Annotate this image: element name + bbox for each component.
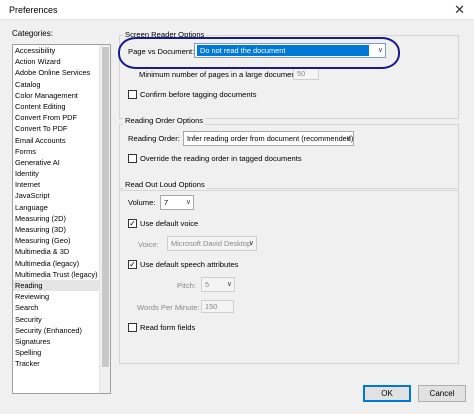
- pitch-label: Pitch:: [177, 281, 196, 290]
- category-item[interactable]: Action Wizard: [13, 56, 100, 67]
- reading-order-label: Reading Order:: [128, 134, 180, 143]
- category-item[interactable]: Signatures: [13, 336, 100, 347]
- category-item[interactable]: Multimedia Trust (legacy): [13, 269, 100, 280]
- category-item[interactable]: Reading: [13, 279, 100, 292]
- category-item[interactable]: Spelling: [13, 347, 100, 358]
- page-vs-doc-select[interactable]: Do not read the document ∨: [194, 43, 386, 58]
- wpm-field[interactable]: 150: [201, 300, 234, 313]
- categories-list[interactable]: Accessibility Action Wizard Adobe Online S…: [12, 44, 111, 394]
- page-vs-doc-label: Page vs Document:: [128, 47, 195, 56]
- default-speech-label: Use default speech attributes: [140, 260, 239, 269]
- category-item[interactable]: Generative AI: [13, 157, 100, 168]
- ok-button[interactable]: OK: [363, 385, 411, 402]
- override-order-checkbox[interactable]: [128, 154, 137, 163]
- category-item[interactable]: Search: [13, 302, 100, 313]
- dialog-body: Categories: Accessibility Action Wizard Ad…: [0, 20, 474, 414]
- scrollbar-thumb[interactable]: [102, 47, 109, 367]
- volume-value: 7: [164, 198, 169, 207]
- chevron-down-icon: ∨: [345, 135, 351, 142]
- category-item[interactable]: Measuring (Geo): [13, 235, 100, 246]
- read-out-loud-title: Read Out Loud Options: [123, 180, 207, 189]
- form-fields-label: Read form fields: [140, 323, 196, 332]
- category-item[interactable]: Tracker: [13, 358, 100, 369]
- volume-label: Volume:: [128, 198, 156, 207]
- voice-value: Microsoft David Desktop: [171, 239, 252, 248]
- min-pages-field[interactable]: 50: [293, 67, 319, 80]
- category-item[interactable]: Content Editing: [13, 101, 100, 112]
- page-vs-doc-value: Do not read the document: [197, 45, 369, 56]
- wpm-label: Words Per Minute:: [137, 303, 200, 312]
- category-item[interactable]: Language: [13, 202, 100, 213]
- pitch-select[interactable]: 5 ∨: [201, 277, 235, 292]
- default-voice-checkbox[interactable]: ✓: [128, 219, 137, 228]
- read-out-loud-group: [119, 188, 459, 364]
- title-bar: Preferences ✕: [0, 0, 474, 20]
- voice-select[interactable]: Microsoft David Desktop ∨: [167, 236, 257, 251]
- category-item[interactable]: Color Management: [13, 90, 100, 101]
- default-speech-checkbox[interactable]: ✓: [128, 260, 137, 269]
- categories-scrollbar[interactable]: [99, 45, 110, 393]
- chevron-down-icon: ∨: [377, 47, 383, 54]
- cancel-button[interactable]: Cancel: [418, 385, 466, 402]
- category-item[interactable]: Internet: [13, 179, 100, 190]
- category-item[interactable]: Measuring (2D): [13, 213, 100, 224]
- categories-items: Accessibility Action Wizard Adobe Online S…: [13, 45, 100, 369]
- category-item[interactable]: Forms: [13, 146, 100, 157]
- close-icon[interactable]: ✕: [454, 2, 465, 18]
- override-order-label: Override the reading order in tagged doc…: [140, 154, 302, 163]
- category-item[interactable]: Convert From PDF: [13, 112, 100, 123]
- reading-order-value: Infer reading order from document (recom…: [187, 134, 354, 143]
- voice-label: Voice:: [138, 240, 159, 249]
- volume-select[interactable]: 7 ∨: [160, 195, 194, 210]
- window-title: Preferences: [9, 5, 58, 15]
- category-item[interactable]: Email Accounts: [13, 135, 100, 146]
- category-item[interactable]: Catalog: [13, 79, 100, 90]
- category-item[interactable]: Measuring (3D): [13, 224, 100, 235]
- min-pages-label: Minimum number of pages in a large docum…: [139, 70, 300, 79]
- chevron-down-icon: ∨: [185, 199, 191, 206]
- category-item[interactable]: Multimedia & 3D: [13, 246, 100, 257]
- category-item[interactable]: Adobe Online Services: [13, 67, 100, 78]
- confirm-tagging-checkbox[interactable]: [128, 90, 137, 99]
- category-item[interactable]: Security (Enhanced): [13, 325, 100, 336]
- category-item[interactable]: Identity: [13, 168, 100, 179]
- category-item[interactable]: Reviewing: [13, 291, 100, 302]
- form-fields-checkbox[interactable]: [128, 323, 137, 332]
- category-item[interactable]: Convert To PDF: [13, 123, 100, 134]
- pitch-value: 5: [205, 280, 210, 289]
- default-voice-label: Use default voice: [140, 219, 199, 228]
- chevron-down-icon: ∨: [226, 281, 232, 288]
- category-item[interactable]: Multimedia (legacy): [13, 258, 100, 269]
- screen-reader-title: Screen Reader Options: [123, 30, 207, 39]
- category-item[interactable]: Accessibility: [13, 45, 100, 56]
- confirm-tagging-label: Confirm before tagging documents: [140, 90, 257, 99]
- reading-order-title: Reading Order Options: [123, 116, 206, 125]
- chevron-down-icon: ∨: [248, 240, 254, 247]
- reading-order-select[interactable]: Infer reading order from document (recom…: [183, 131, 354, 146]
- category-item[interactable]: Security: [13, 314, 100, 325]
- categories-label: Categories:: [12, 29, 53, 38]
- category-item[interactable]: JavaScript: [13, 190, 100, 201]
